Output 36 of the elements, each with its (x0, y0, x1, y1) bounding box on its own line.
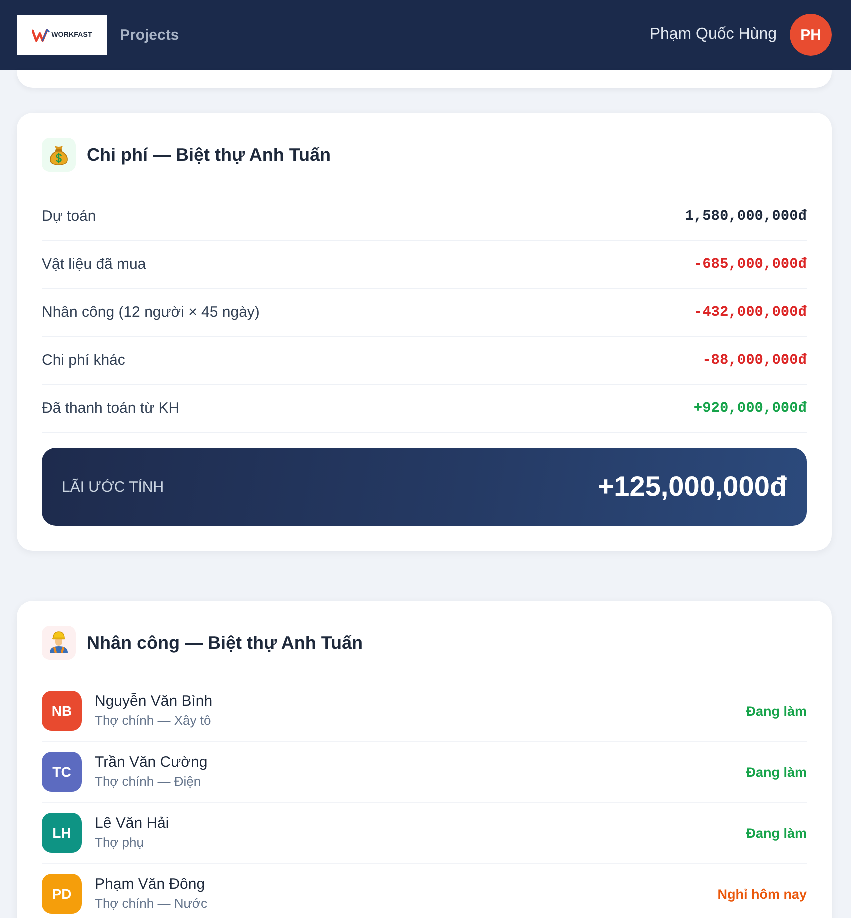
cost-value: +920,000,000đ (694, 400, 807, 416)
user-name: Phạm Quốc Hùng (650, 26, 777, 44)
cost-label: Dự toán (42, 208, 96, 225)
worker-role: Thợ chính — Xây tô (95, 712, 212, 730)
projects-link[interactable]: Projects (120, 26, 180, 44)
worker-status: Đang làm (746, 764, 807, 780)
cost-label: Nhân công (12 người × 45 ngày) (42, 304, 260, 321)
worker-name: Phạm Văn Đông (95, 875, 206, 895)
worker-status: Nghỉ hôm nay (718, 886, 807, 902)
cost-label: Chi phí khác (42, 352, 126, 369)
cost-label: Đã thanh toán từ KH (42, 400, 180, 417)
worker-status: Đang làm (746, 826, 807, 840)
worker-name: Trần Văn Cường (95, 753, 208, 773)
worker-avatar: PD (42, 874, 82, 914)
profit-label: LÃI ƯỚC TÍNH (62, 478, 164, 496)
cost-value: -88,000,000đ (702, 352, 807, 368)
worker-status: Đang làm (746, 704, 807, 718)
worker-role: Thợ chính — Điện (95, 773, 202, 791)
cost-value: 1,580,000,000đ (685, 208, 807, 224)
card-title: Nhân công — Biệt thự Anh Tuấn (87, 632, 364, 654)
cost-value: -432,000,000đ (694, 304, 807, 320)
worker-avatar: NB (42, 691, 82, 731)
worker-role: Thợ phụ (95, 834, 144, 852)
worker-avatar: TC (42, 752, 82, 792)
worker-role: Thợ chính — Nước (95, 895, 208, 913)
cost-label: Vật liệu đã mua (42, 256, 146, 273)
worker-avatar: LH (42, 813, 82, 853)
money-bag-icon (42, 138, 76, 172)
profit-value: +125,000,000đ (598, 471, 787, 503)
cost-value: -685,000,000đ (694, 256, 807, 272)
card-title: Chi phí — Biệt thự Anh Tuấn (87, 144, 332, 166)
logo-icon (32, 28, 50, 42)
user-avatar[interactable]: PH (790, 14, 832, 56)
worker-name: Lê Văn Hải (95, 814, 170, 834)
construction-worker-icon (42, 626, 76, 660)
worker-name: Nguyễn Văn Bình (95, 692, 213, 712)
